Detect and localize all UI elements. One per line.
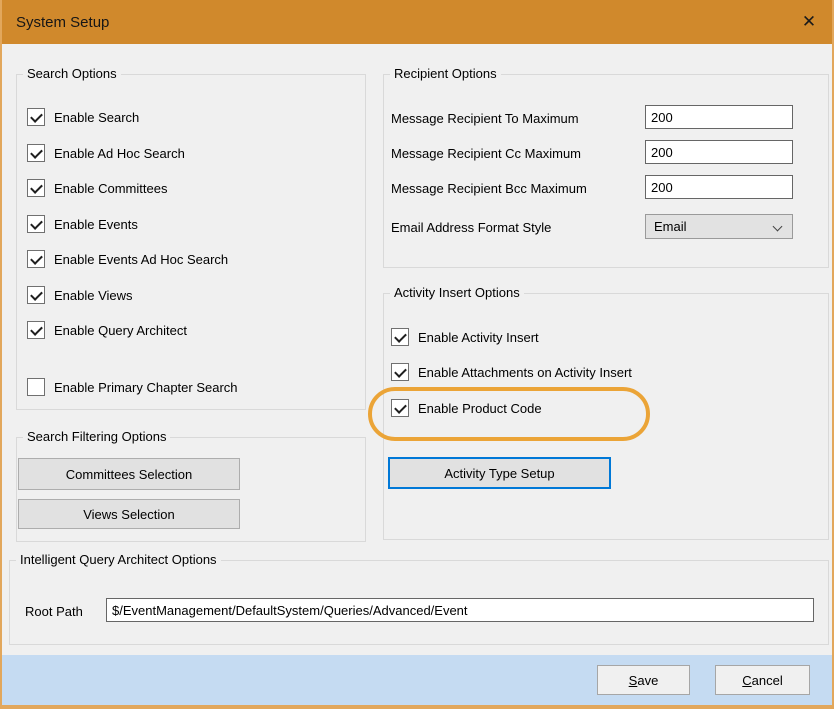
views-selection-button-label: Views Selection [83, 507, 175, 522]
query-architect-group-title: Intelligent Query Architect Options [16, 552, 221, 567]
cc-maximum-input[interactable] [645, 140, 793, 164]
enable-events-checkbox[interactable] [27, 215, 45, 233]
checkbox-row-enable-committees[interactable]: Enable Committees [27, 179, 167, 197]
cancel-button-label: Cancel [742, 673, 782, 688]
field-row-to-maximum: Message Recipient To Maximum [391, 106, 579, 130]
field-row-email-format-style: Email Address Format Style [391, 215, 551, 240]
checkbox-label: Enable Attachments on Activity Insert [418, 365, 632, 380]
checkbox-row-enable-attachments-on-activity-insert[interactable]: Enable Attachments on Activity Insert [391, 363, 632, 381]
save-button[interactable]: Save [597, 665, 690, 695]
bcc-maximum-label: Message Recipient Bcc Maximum [391, 181, 587, 196]
checkbox-row-enable-events[interactable]: Enable Events [27, 215, 138, 233]
checkbox-label: Enable Primary Chapter Search [54, 380, 238, 395]
title-bar: System Setup ✕ [0, 0, 834, 44]
search-filtering-group: Search Filtering Options Committees Sele… [16, 437, 366, 542]
to-maximum-label: Message Recipient To Maximum [391, 111, 579, 126]
checkbox-label: Enable Ad Hoc Search [54, 146, 185, 161]
root-path-input[interactable] [106, 598, 814, 622]
enable-query-architect-checkbox[interactable] [27, 321, 45, 339]
dialog-title: System Setup [16, 14, 109, 31]
field-row-cc-maximum: Message Recipient Cc Maximum [391, 141, 581, 165]
field-row-bcc-maximum: Message Recipient Bcc Maximum [391, 176, 587, 200]
recipient-options-group-title: Recipient Options [390, 66, 501, 81]
checkbox-row-enable-primary-chapter-search[interactable]: Enable Primary Chapter Search [27, 378, 238, 396]
checkbox-row-enable-search[interactable]: Enable Search [27, 108, 139, 126]
close-icon[interactable]: ✕ [794, 8, 824, 36]
enable-primary-chapter-search-checkbox[interactable] [27, 378, 45, 396]
checkbox-label: Enable Committees [54, 181, 167, 196]
checkbox-row-enable-views[interactable]: Enable Views [27, 286, 133, 304]
checkbox-label: Enable Search [54, 110, 139, 125]
bcc-maximum-input[interactable] [645, 175, 793, 199]
committees-selection-button-label: Committees Selection [66, 467, 192, 482]
email-format-style-value: Email [654, 219, 687, 234]
enable-events-ad-hoc-search-checkbox[interactable] [27, 250, 45, 268]
activity-type-setup-button[interactable]: Activity Type Setup [388, 457, 611, 489]
footer-bar: Save Cancel [0, 655, 834, 706]
enable-product-code-checkbox[interactable] [391, 399, 409, 417]
enable-activity-insert-checkbox[interactable] [391, 328, 409, 346]
search-filtering-group-title: Search Filtering Options [23, 429, 170, 444]
save-button-label: Save [629, 673, 659, 688]
activity-type-setup-button-label: Activity Type Setup [444, 466, 554, 481]
checkbox-label: Enable Views [54, 288, 133, 303]
checkbox-row-enable-product-code[interactable]: Enable Product Code [391, 399, 542, 417]
enable-attachments-checkbox[interactable] [391, 363, 409, 381]
recipient-options-group: Recipient Options Message Recipient To M… [383, 74, 829, 268]
enable-committees-checkbox[interactable] [27, 179, 45, 197]
activity-insert-group: Activity Insert Options Enable Activity … [383, 293, 829, 540]
enable-views-checkbox[interactable] [27, 286, 45, 304]
checkbox-row-enable-ad-hoc-search[interactable]: Enable Ad Hoc Search [27, 144, 185, 162]
views-selection-button[interactable]: Views Selection [18, 499, 240, 529]
enable-search-checkbox[interactable] [27, 108, 45, 126]
chevron-down-icon [773, 222, 783, 232]
checkbox-label: Enable Events Ad Hoc Search [54, 252, 228, 267]
email-format-style-label: Email Address Format Style [391, 220, 551, 235]
system-setup-dialog: System Setup ✕ Search Options Enable Sea… [0, 0, 834, 709]
root-path-label: Root Path [25, 604, 83, 619]
cc-maximum-label: Message Recipient Cc Maximum [391, 146, 581, 161]
checkbox-label: Enable Events [54, 217, 138, 232]
checkbox-row-enable-events-ad-hoc-search[interactable]: Enable Events Ad Hoc Search [27, 250, 228, 268]
search-options-group: Search Options Enable Search Enable Ad H… [16, 74, 366, 410]
checkbox-row-enable-activity-insert[interactable]: Enable Activity Insert [391, 328, 539, 346]
activity-insert-group-title: Activity Insert Options [390, 285, 524, 300]
checkbox-row-enable-query-architect[interactable]: Enable Query Architect [27, 321, 187, 339]
checkbox-label: Enable Activity Insert [418, 330, 539, 345]
cancel-button[interactable]: Cancel [715, 665, 810, 695]
enable-ad-hoc-search-checkbox[interactable] [27, 144, 45, 162]
root-path-label-row: Root Path [25, 599, 83, 623]
to-maximum-input[interactable] [645, 105, 793, 129]
search-options-group-title: Search Options [23, 66, 121, 81]
checkbox-label: Enable Query Architect [54, 323, 187, 338]
email-format-style-dropdown[interactable]: Email [645, 214, 793, 239]
query-architect-group: Intelligent Query Architect Options Root… [9, 560, 829, 645]
committees-selection-button[interactable]: Committees Selection [18, 458, 240, 490]
checkbox-label: Enable Product Code [418, 401, 542, 416]
